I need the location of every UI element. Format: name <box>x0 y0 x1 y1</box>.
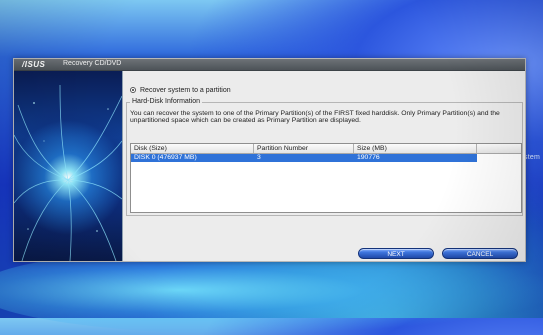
table-cell-disk: DISK 0 (476937 MB) <box>134 154 197 161</box>
hard-disk-info-description: You can recover the system to one of the… <box>130 110 500 125</box>
cancel-button[interactable]: CANCEL <box>442 248 518 259</box>
table-header-size: Size (MB) <box>354 144 477 153</box>
table-cell-size: 190776 <box>357 154 380 161</box>
recovery-window: /ISUS Recovery CD/DVD Recover system to … <box>13 58 526 262</box>
table-empty-area[interactable] <box>131 162 521 212</box>
table-header-partition-number: Partition Number <box>254 144 354 153</box>
next-button[interactable]: NEXT <box>358 248 434 259</box>
table-row[interactable]: DISK 0 (476937 MB) 3 190776 <box>131 154 477 162</box>
recover-option-row[interactable]: Recover system to a partition <box>130 85 231 95</box>
side-artwork <box>14 71 123 261</box>
window-title: Recovery CD/DVD <box>63 60 122 67</box>
table-header: Disk (Size) Partition Number Size (MB) <box>131 144 521 154</box>
side-artwork-graphic <box>14 84 122 261</box>
recover-option-label[interactable]: Recover system to a partition <box>140 87 231 94</box>
partition-table[interactable]: Disk (Size) Partition Number Size (MB) D… <box>130 143 522 213</box>
brand-logo: /ISUS <box>22 60 46 69</box>
main-content: Recover system to a partition Hard-Disk … <box>122 71 525 261</box>
hard-disk-info-title: Hard-Disk Information <box>130 98 203 105</box>
window-titlebar: /ISUS Recovery CD/DVD <box>14 59 525 71</box>
selected-radio-icon[interactable] <box>130 87 136 93</box>
table-header-disk: Disk (Size) <box>131 144 254 153</box>
table-cell-partition-number: 3 <box>257 154 261 161</box>
